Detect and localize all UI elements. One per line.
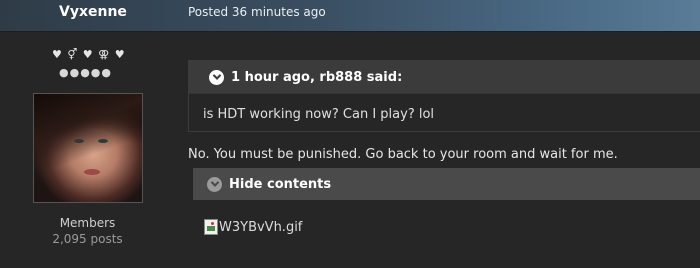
spoiler-header[interactable]: Hide contents <box>193 168 700 200</box>
quote-block: 1 hour ago, rb888 said: is HDT working n… <box>188 60 700 132</box>
avatar-eye-left <box>74 139 84 143</box>
post-timestamp[interactable]: Posted 36 minutes ago <box>188 5 326 19</box>
reply-text: No. You must be punished. Go back to you… <box>188 147 618 162</box>
author-sidebar: ♥ ⚥ ♥ ⚢ ♥ ●●●●● Members 2,095 posts <box>0 33 175 268</box>
rank-dots: ●●●●● <box>59 66 112 79</box>
avatar[interactable] <box>33 93 143 203</box>
avatar-lips <box>84 169 100 175</box>
broken-image-icon <box>204 219 218 235</box>
chevron-down-icon[interactable] <box>209 69 224 85</box>
image-alt-text: W3YBvVh.gif <box>219 219 303 235</box>
post-header: Vyxenne Posted 36 minutes ago <box>0 0 700 32</box>
hide-contents-toggle[interactable]: Hide contents <box>229 177 331 192</box>
rank-icons: ♥ ⚥ ♥ ⚢ ♥ <box>52 48 126 61</box>
post-count: 2,095 posts <box>52 232 123 246</box>
member-group: Members <box>59 216 116 230</box>
quote-header[interactable]: 1 hour ago, rb888 said: <box>189 61 700 94</box>
quote-citation: 1 hour ago, rb888 said: <box>231 69 403 85</box>
avatar-eye-right <box>98 139 108 143</box>
broken-image[interactable]: W3YBvVh.gif <box>204 219 302 235</box>
avatar-hair-shading <box>34 94 142 202</box>
author-name-link[interactable]: Vyxenne <box>59 4 127 20</box>
chevron-down-icon[interactable] <box>207 176 222 192</box>
quote-text: is HDT working now? Can I play? lol <box>203 107 435 122</box>
